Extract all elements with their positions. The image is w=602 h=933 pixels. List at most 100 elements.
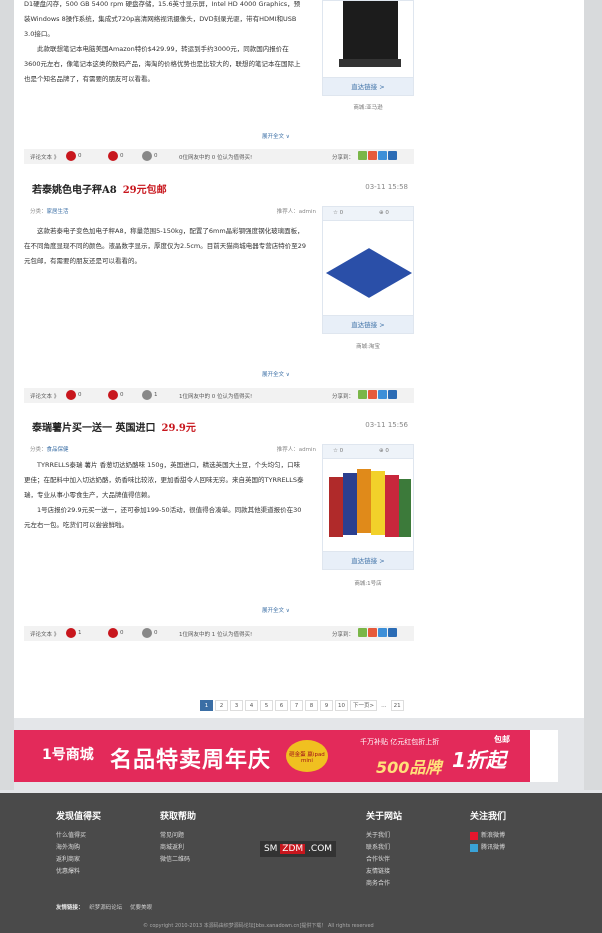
vote-neutral[interactable]: 0 — [142, 151, 158, 161]
tencent-weibo-link[interactable]: 腾讯微博 — [470, 842, 506, 854]
footer-link[interactable]: 优惠爆料 — [56, 866, 101, 878]
friend-links: 友情链接： 织梦源码论坛 优要美眼 — [56, 905, 153, 911]
footer-col-title: 发现值得买 — [56, 812, 102, 822]
worth-stat: 1位网友中的 0 位认为值得买! — [179, 394, 253, 400]
page-link[interactable]: 10 — [335, 700, 348, 711]
footer-col-discover: 发现值得买 什么值得买 海外淘购 返利商家 优惠爆料 — [56, 809, 101, 878]
ad-banner[interactable]: 1号商城 名品特卖周年庆 砸金蛋 赢ipad mini 千万补贴 亿元红包折上折… — [14, 730, 558, 782]
article-meta: 分类：家居生活 推荐人：admin — [30, 209, 316, 215]
footer-link[interactable]: 关于我们 — [366, 830, 402, 842]
footer-link[interactable]: 商城返利 — [160, 842, 196, 854]
ad-headline: 名品特卖周年庆 — [110, 748, 272, 773]
friend-link[interactable]: 织梦源码论坛 — [89, 905, 122, 911]
page-link[interactable]: 7 — [290, 700, 303, 711]
thumb-down-icon — [108, 151, 118, 161]
footer-link[interactable]: 海外淘购 — [56, 842, 101, 854]
page-ellipsis: … — [381, 703, 387, 709]
tencent-weibo-icon — [470, 843, 478, 852]
weibo-icon[interactable] — [368, 628, 377, 637]
site-footer: 发现值得买 什么值得买 海外淘购 返利商家 优惠爆料 获取帮助 常见问题 商城返… — [0, 793, 602, 933]
scale-image — [323, 221, 413, 315]
expand-button[interactable]: 展开全文 ∨ — [262, 606, 290, 614]
neutral-icon — [142, 628, 152, 638]
footer-col-title: 关于网站 — [366, 812, 403, 822]
share-icons — [358, 151, 398, 162]
ad-discount: 1折起 — [452, 748, 506, 772]
page-link[interactable]: 9 — [320, 700, 333, 711]
article-footbar: 评论文本 》 0 0 1 1位网友中的 0 位认为值得买! 分享到： — [24, 388, 414, 403]
favorite-count[interactable]: ☆ 0 — [333, 210, 343, 216]
page-link[interactable]: 21 — [390, 700, 404, 711]
qzone-icon[interactable] — [358, 390, 367, 399]
comment-link[interactable]: 评论文本 》 — [30, 392, 59, 400]
pagination: 1 2 3 4 5 6 7 8 9 10 下一页>… 21 — [200, 700, 406, 712]
article-time: 03-11 15:58 — [365, 183, 408, 191]
footer-link[interactable]: 常见问题 — [160, 830, 196, 842]
category-link[interactable]: 食品保健 — [47, 447, 69, 453]
comment-link[interactable]: 评论文本 》 — [30, 630, 59, 638]
weibo-link[interactable]: 新浪微博 — [470, 830, 506, 842]
more-share-icon[interactable] — [388, 151, 397, 160]
footer-link[interactable]: 合作伙伴 — [366, 854, 402, 866]
page-link[interactable]: 2 — [215, 700, 228, 711]
vote-worth[interactable]: 1 — [66, 628, 82, 638]
page-link[interactable]: 1 — [200, 700, 213, 711]
ad-slogan: 500品牌 — [376, 758, 442, 777]
footer-link[interactable]: 商务合作 — [366, 878, 402, 890]
footer-col-help: 获取帮助 常见问题 商城返利 微信二维码 — [160, 809, 196, 866]
article-title[interactable]: 泰瑞薯片买一送一 英国进口 29.9元 — [32, 419, 196, 434]
recommender: 推荐人：admin — [276, 209, 316, 215]
page-link[interactable]: 3 — [230, 700, 243, 711]
comment-count[interactable]: ⊕ 0 — [379, 210, 389, 216]
product-box: 直达链接 > — [322, 0, 414, 96]
main-content: D1硬盘闪存，500 GB 5400 rpm 硬盘存储，15.6英寸显示屏，In… — [14, 0, 584, 718]
footer-link[interactable]: 什么值得买 — [56, 830, 101, 842]
page-link[interactable]: 5 — [260, 700, 273, 711]
direct-link-button[interactable]: 直达链接 > — [323, 77, 413, 95]
category-link[interactable]: 家居生活 — [47, 209, 69, 215]
page-link[interactable]: 8 — [305, 700, 318, 711]
footer-col-follow: 关注我们 新浪微博 腾讯微博 — [470, 809, 506, 854]
weibo-icon[interactable] — [368, 390, 377, 399]
site-logo[interactable]: SM ZDM .COM — [260, 841, 336, 857]
more-share-icon[interactable] — [388, 628, 397, 637]
product-box: ☆ 0 ⊕ 0 直达链接 > — [322, 444, 414, 570]
vote-notworth[interactable]: 0 — [108, 151, 124, 161]
renren-icon[interactable] — [378, 390, 387, 399]
vote-worth[interactable]: 0 — [66, 151, 82, 161]
footer-link[interactable]: 微信二维码 — [160, 854, 196, 866]
vote-neutral[interactable]: 1 — [142, 390, 158, 400]
vote-notworth[interactable]: 0 — [108, 390, 124, 400]
expand-button[interactable]: 展开全文 ∨ — [262, 132, 290, 140]
recommender: 推荐人：admin — [276, 447, 316, 453]
article-paragraph: 这款若泰电子变色加电子秤A8，称量范围5-150kg，配置了6mm晶彩钢强度钢化… — [24, 227, 307, 265]
expand-button[interactable]: 展开全文 ∨ — [262, 370, 290, 378]
vote-neutral[interactable]: 0 — [142, 628, 158, 638]
qzone-icon[interactable] — [358, 151, 367, 160]
vote-notworth[interactable]: 0 — [108, 628, 124, 638]
footer-link[interactable]: 友情链接 — [366, 866, 402, 878]
more-share-icon[interactable] — [388, 390, 397, 399]
thumb-up-icon — [66, 628, 76, 638]
page-link[interactable]: 6 — [275, 700, 288, 711]
page-link[interactable]: 4 — [245, 700, 258, 711]
renren-icon[interactable] — [378, 151, 387, 160]
favorite-count[interactable]: ☆ 0 — [333, 448, 343, 454]
next-page-button[interactable]: 下一页> — [350, 700, 378, 711]
comment-count[interactable]: ⊕ 0 — [379, 448, 389, 454]
direct-link-button[interactable]: 直达链接 > — [323, 551, 413, 569]
qzone-icon[interactable] — [358, 628, 367, 637]
comment-link[interactable]: 评论文本 》 — [30, 153, 59, 161]
thumb-up-icon — [66, 390, 76, 400]
vote-worth[interactable]: 0 — [66, 390, 82, 400]
article-paragraph: 此款联想笔记本电脑美国Amazon特价$429.99，转运到手约3000元，同款… — [24, 45, 301, 83]
weibo-icon[interactable] — [368, 151, 377, 160]
renren-icon[interactable] — [378, 628, 387, 637]
direct-link-button[interactable]: 直达链接 > — [323, 315, 413, 333]
article-header: 若泰姚色电子秤A8 29元包邮 03-11 15:58 — [24, 178, 414, 198]
footer-link[interactable]: 联系我们 — [366, 842, 402, 854]
friend-link[interactable]: 优要美眼 — [130, 905, 152, 911]
footer-link[interactable]: 返利商家 — [56, 854, 101, 866]
article-title[interactable]: 若泰姚色电子秤A8 29元包邮 — [32, 181, 167, 196]
neutral-icon — [142, 151, 152, 161]
